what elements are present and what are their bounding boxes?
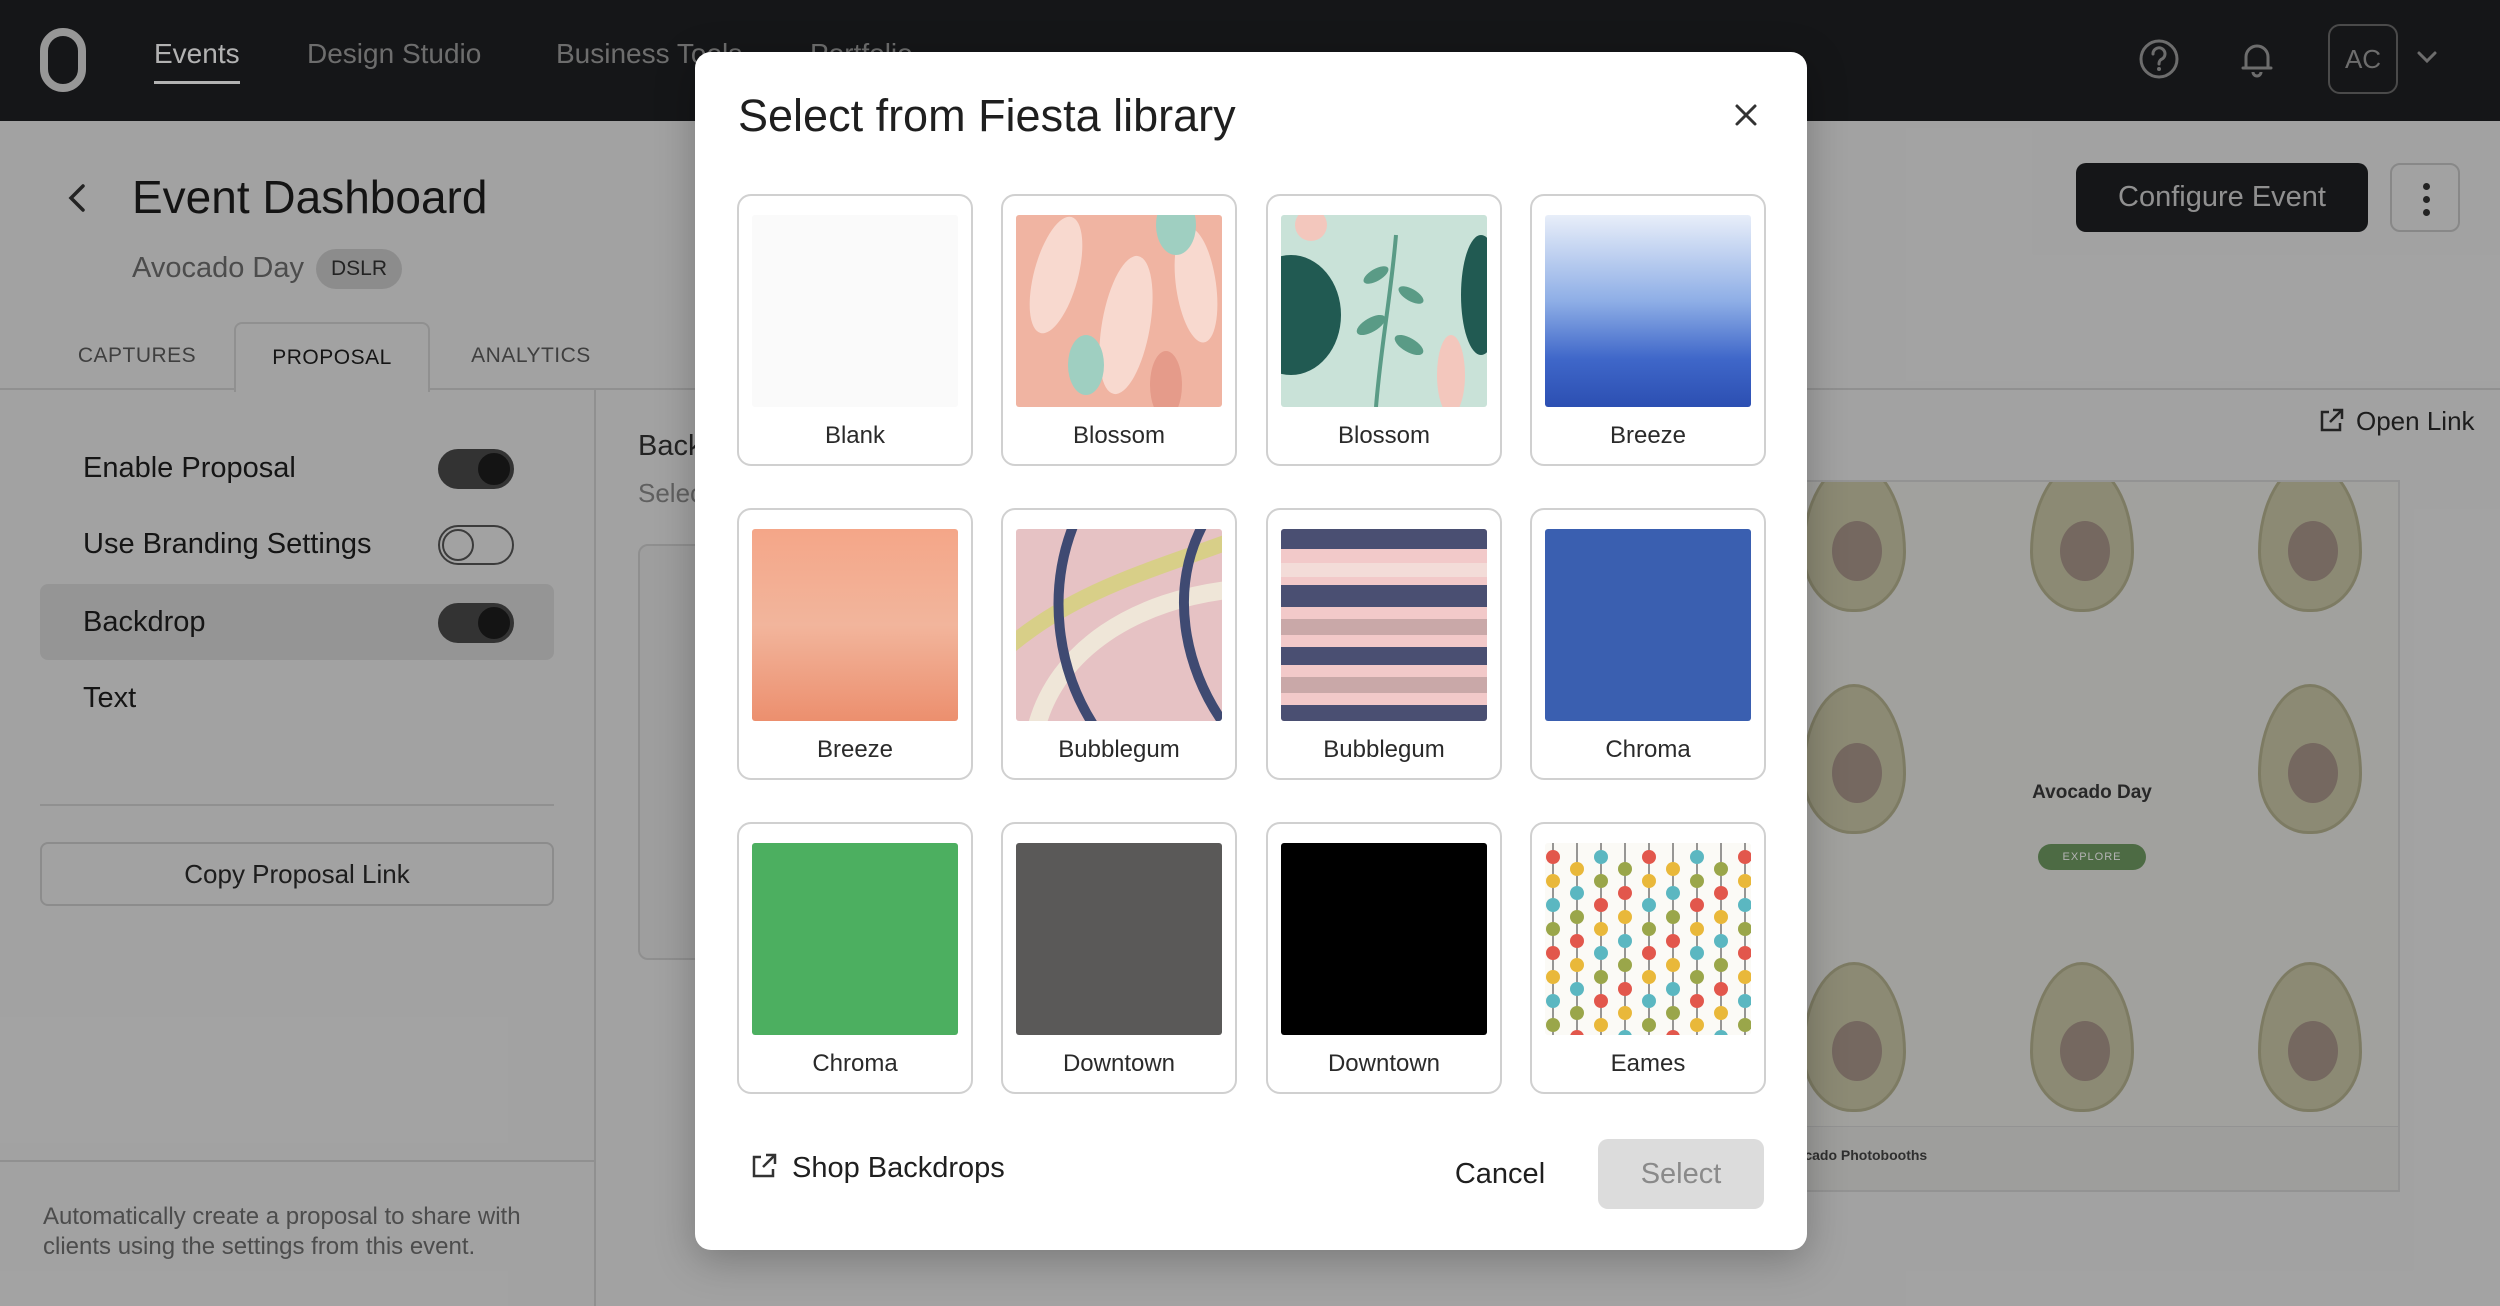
backdrop-tile-bubblegum-lines[interactable]: Bubblegum (1001, 508, 1237, 780)
external-link-icon (752, 1153, 777, 1178)
backdrop-thumbnail (1016, 529, 1222, 721)
backdrop-tile-blossom-green[interactable]: Blossom (1266, 194, 1502, 466)
backdrop-tile-breeze-blue[interactable]: Breeze (1530, 194, 1766, 466)
tile-label: Blossom (1072, 422, 1166, 449)
tile-label: Breeze (816, 736, 894, 763)
tile-label: Breeze (1609, 422, 1687, 449)
tile-label: Bubblegum (1058, 736, 1180, 763)
shop-backdrops-label: Shop Backdrops (792, 1152, 1005, 1184)
tile-label: Bubblegum (1323, 736, 1445, 763)
backdrop-thumbnail (752, 215, 958, 407)
backdrop-tile-blossom-pink[interactable]: Blossom (1001, 194, 1237, 466)
backdrop-thumbnail (1545, 529, 1751, 721)
backdrop-thumbnail (1281, 215, 1487, 407)
tile-label: Blank (824, 422, 886, 449)
tile-label: Chroma (1605, 736, 1691, 763)
backdrop-tile-downtown-gray[interactable]: Downtown (1001, 822, 1237, 1094)
backdrop-thumbnail (1545, 215, 1751, 407)
backdrop-tile-downtown-black[interactable]: Downtown (1266, 822, 1502, 1094)
backdrop-thumbnail (1016, 215, 1222, 407)
backdrop-thumbnail (1545, 843, 1751, 1035)
backdrop-thumbnail (1281, 529, 1487, 721)
backdrop-tile-blank[interactable]: Blank (737, 194, 973, 466)
backdrop-tile-chroma-blue[interactable]: Chroma (1530, 508, 1766, 780)
backdrop-thumbnail (1281, 843, 1487, 1035)
fiesta-library-dialog: Select from Fiesta library Blank Blossom (695, 52, 1807, 1250)
tile-label: Blossom (1337, 422, 1431, 449)
select-button[interactable]: Select (1598, 1139, 1764, 1209)
backdrop-tile-bubblegum-stripes[interactable]: Bubblegum (1266, 508, 1502, 780)
dialog-title: Select from Fiesta library (738, 90, 1236, 141)
backdrop-tile-eames[interactable]: Eames (1530, 822, 1766, 1094)
tile-label: Downtown (1327, 1050, 1441, 1077)
backdrop-thumbnail (752, 843, 958, 1035)
close-icon[interactable] (1729, 98, 1763, 132)
cancel-button[interactable]: Cancel (1435, 1139, 1565, 1209)
backdrop-tile-breeze-orange[interactable]: Breeze (737, 508, 973, 780)
backdrop-thumbnail (1016, 843, 1222, 1035)
backdrop-tile-chroma-green[interactable]: Chroma (737, 822, 973, 1094)
tile-label: Eames (1610, 1050, 1686, 1077)
backdrop-thumbnail (752, 529, 958, 721)
tile-label: Chroma (812, 1050, 898, 1077)
shop-backdrops-link[interactable]: Shop Backdrops (752, 1152, 1005, 1185)
tile-label: Downtown (1062, 1050, 1176, 1077)
